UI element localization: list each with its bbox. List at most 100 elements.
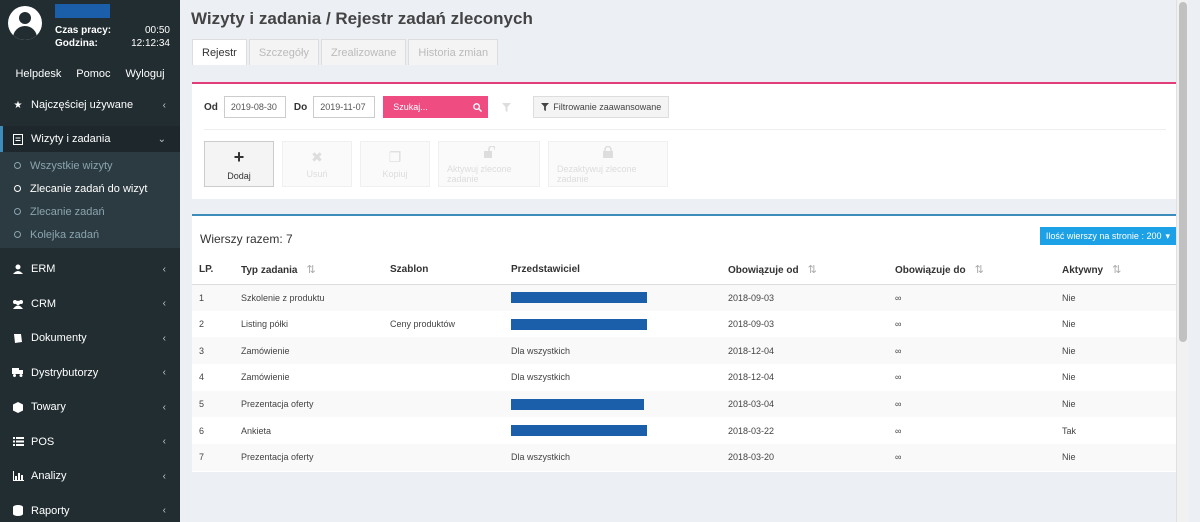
- chevron-left-icon: ‹: [162, 436, 166, 448]
- book-icon: [12, 333, 24, 344]
- main-content: Wizyty i zadania / Rejestr zadań zlecony…: [180, 0, 1188, 522]
- users-icon: [12, 298, 24, 309]
- sidebar-item-label: Towary: [31, 401, 66, 414]
- sidebar-item-reports[interactable]: Raporty ‹: [0, 494, 180, 522]
- table-row[interactable]: 6 Ankieta 2018-03-22 ∞ Tak: [192, 417, 1176, 444]
- username-redacted: [55, 4, 110, 18]
- date-from-input[interactable]: [223, 96, 286, 118]
- submenu-item-label: Zlecanie zadań do wizyt: [30, 182, 148, 195]
- sort-icon[interactable]: ⇅: [808, 264, 817, 276]
- col-valid-to[interactable]: Obowiązuje do ⇅: [888, 256, 1055, 285]
- sort-icon[interactable]: ⇅: [975, 264, 984, 276]
- sidebar-item-label: Raporty: [31, 504, 70, 517]
- submenu-item-assign-tasks[interactable]: Zlecanie zadań: [0, 200, 180, 223]
- submenu-item-assign-tasks-visits[interactable]: Zlecanie zadań do wizyt: [0, 177, 180, 200]
- col-representative: Przedstawiciel: [504, 256, 721, 285]
- sidebar-item-visits-tasks[interactable]: Wizyty i zadania ⌄: [0, 126, 180, 152]
- list-icon: [12, 436, 24, 447]
- close-icon: ✖: [311, 149, 323, 165]
- tab-details[interactable]: Szczegóły: [248, 39, 319, 65]
- page-scrollbar[interactable]: [1176, 0, 1188, 522]
- activate-label: Aktywuj zlecone zadanie: [447, 163, 512, 184]
- document-icon: [12, 133, 24, 145]
- work-time-value: 00:50: [144, 25, 170, 36]
- logout-link[interactable]: Wyloguj: [125, 68, 164, 80]
- redacted-representative: [511, 292, 647, 304]
- circle-icon: [14, 231, 21, 238]
- col-template: Szablon: [383, 256, 504, 285]
- truck-icon: [12, 367, 24, 378]
- submenu-visits-tasks: Wszystkie wizyty Zlecanie zadań do wizyt…: [0, 152, 180, 248]
- sidebar-item-products[interactable]: Towary ‹: [0, 390, 180, 425]
- delete-button[interactable]: ✖ Usuń: [282, 141, 352, 187]
- sidebar-item-favorites[interactable]: ★ Najczęściej używane ‹: [0, 92, 180, 118]
- user-icon: [12, 264, 24, 275]
- caret-down-icon: ▾: [1165, 230, 1170, 241]
- search-input[interactable]: [383, 96, 468, 118]
- col-task-type[interactable]: Typ zadania ⇅: [234, 256, 383, 285]
- chevron-left-icon: ‹: [162, 470, 166, 482]
- chevron-left-icon: ‹: [162, 298, 166, 310]
- copy-button[interactable]: ❐ Kopiuj: [360, 141, 430, 187]
- lock-icon: [603, 145, 613, 161]
- col-active[interactable]: Aktywny ⇅: [1055, 256, 1176, 285]
- search-button[interactable]: [467, 96, 489, 118]
- table-row[interactable]: 7 Prezentacja oferty Dla wszystkich 2018…: [192, 444, 1176, 471]
- chevron-left-icon: ‹: [162, 263, 166, 275]
- table-row[interactable]: 4 Zamówienie Dla wszystkich 2018-12-04 ∞…: [192, 364, 1176, 391]
- cube-icon: [12, 401, 24, 413]
- sidebar-item-distributors[interactable]: Dystrybutorzy ‹: [0, 356, 180, 391]
- search-icon: [473, 102, 483, 112]
- rows-per-page-dropdown[interactable]: Ilość wierszy na stronie : 200 ▾: [1039, 227, 1176, 245]
- filter-toggle[interactable]: [502, 102, 512, 112]
- sidebar-item-erm[interactable]: ERM ‹: [0, 252, 180, 287]
- circle-icon: [14, 208, 21, 215]
- sidebar-item-analytics[interactable]: Analizy ‹: [0, 459, 180, 494]
- table-row[interactable]: 3 Zamówienie Dla wszystkich 2018-12-04 ∞…: [192, 337, 1176, 365]
- date-to-input[interactable]: [313, 96, 376, 118]
- table-row[interactable]: 5 Prezentacja oferty 2018-03-04 ∞ Nie: [192, 390, 1176, 418]
- tab-register[interactable]: Rejestr: [192, 39, 247, 65]
- chevron-left-icon: ‹: [162, 367, 166, 379]
- tasks-table: LP. Typ zadania ⇅ Szablon Przedstawiciel …: [192, 256, 1176, 471]
- plus-icon: +: [233, 147, 245, 167]
- circle-icon: [14, 185, 21, 192]
- copy-label: Kopiuj: [382, 169, 408, 179]
- sort-icon[interactable]: ⇅: [1112, 264, 1121, 276]
- submenu-item-label: Zlecanie zadań: [30, 205, 105, 218]
- sidebar-item-crm[interactable]: CRM ‹: [0, 287, 180, 322]
- chevron-left-icon: ‹: [162, 401, 166, 413]
- table-row[interactable]: 1 Szkolenie z produktu 2018-09-03 ∞ Nie: [192, 284, 1176, 311]
- filter-icon: [541, 103, 550, 111]
- clock-value: 12:12:34: [131, 38, 170, 49]
- filter-icon: [502, 102, 512, 112]
- activate-task-button[interactable]: Aktywuj zlecone zadanie: [438, 141, 540, 187]
- sidebar-item-pos[interactable]: POS ‹: [0, 425, 180, 460]
- divider: [204, 129, 1166, 130]
- table-row[interactable]: 2 Listing półki Ceny produktów 2018-09-0…: [192, 311, 1176, 338]
- user-panel: Czas pracy: 00:50 Godzina: 12:12:34: [0, 0, 180, 60]
- add-button[interactable]: + Dodaj: [204, 141, 274, 187]
- col-valid-from[interactable]: Obowiązuje od ⇅: [721, 256, 888, 285]
- submenu-item-task-queue[interactable]: Kolejka zadań: [0, 223, 180, 246]
- sidebar-item-documents[interactable]: Dokumenty ‹: [0, 321, 180, 356]
- unlock-icon: [483, 144, 496, 161]
- avatar[interactable]: [8, 6, 42, 40]
- advanced-filter-button[interactable]: Filtrowanie zaawansowane: [533, 96, 670, 118]
- tab-bar: Rejestr Szczegóły Zrealizowane Historia …: [192, 39, 500, 65]
- sort-icon[interactable]: ⇅: [307, 264, 316, 276]
- tab-history[interactable]: Historia zmian: [408, 39, 499, 65]
- delete-label: Usuń: [306, 169, 328, 179]
- tab-completed[interactable]: Zrealizowane: [320, 39, 407, 65]
- submenu-item-all-visits[interactable]: Wszystkie wizyty: [0, 154, 180, 177]
- page-title: Wizyty i zadania / Rejestr zadań zlecony…: [191, 9, 533, 28]
- sidebar: Czas pracy: 00:50 Godzina: 12:12:34 Help…: [0, 0, 180, 522]
- scrollbar-thumb[interactable]: [1179, 2, 1187, 342]
- deactivate-label: Dezaktywuj zlecone zadanie: [557, 163, 637, 184]
- help-link[interactable]: Pomoc: [76, 68, 110, 80]
- clock-label: Godzina:: [55, 38, 98, 49]
- helpdesk-link[interactable]: Helpdesk: [15, 68, 61, 80]
- sidebar-item-label: Wizyty i zadania: [31, 133, 111, 145]
- deactivate-task-button[interactable]: Dezaktywuj zlecone zadanie: [548, 141, 668, 187]
- chevron-left-icon: ‹: [162, 505, 166, 517]
